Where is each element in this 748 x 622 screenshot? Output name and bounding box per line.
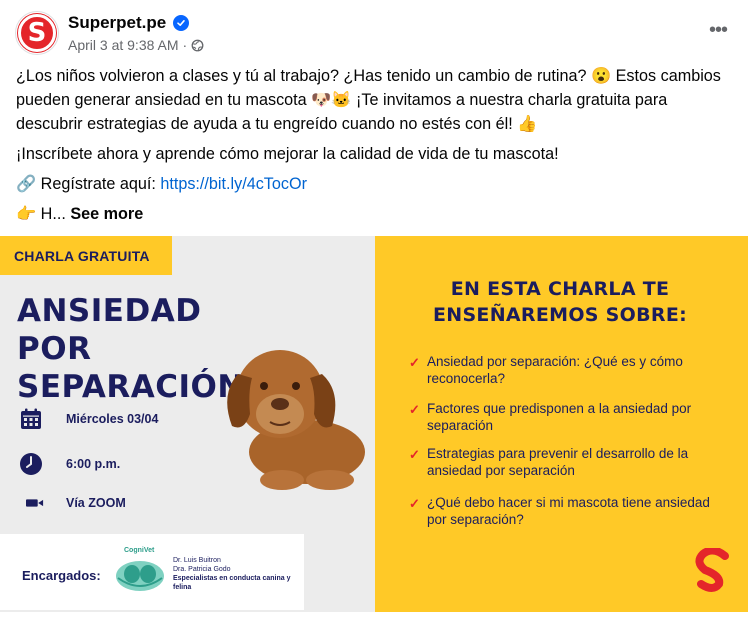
video-camera-icon bbox=[18, 490, 44, 516]
page-avatar[interactable]: S bbox=[15, 11, 59, 55]
checkmark-icon: ✓ bbox=[409, 402, 420, 417]
topic-item: ✓ ¿Qué debo hacer si mi mascota tiene an… bbox=[409, 495, 717, 528]
more-options-button[interactable]: ••• bbox=[706, 18, 730, 42]
specialists-text: Especialistas en conducta canina y felin… bbox=[173, 575, 291, 591]
topics-title-line-2: ENSEÑAREMOS SOBRE: bbox=[432, 304, 688, 326]
topic-item: ✓ Estrategias para prevenir el desarroll… bbox=[409, 446, 717, 479]
calendar-icon bbox=[18, 406, 44, 432]
platform-row: Vía ZOOM bbox=[18, 490, 126, 516]
superpet-brand-icon bbox=[695, 548, 729, 592]
banner-left-panel: CHARLA GRATUITA ANSIEDAD POR SEPARACIÓN … bbox=[0, 236, 375, 612]
truncated-text: 👉 H... bbox=[16, 205, 71, 223]
globe-icon[interactable] bbox=[191, 39, 204, 52]
post-text: ¿Los niños volvieron a clases y tú al tr… bbox=[16, 64, 731, 232]
page-name-link[interactable]: Superpet.pe bbox=[68, 13, 166, 33]
post-meta: April 3 at 9:38 AM · bbox=[68, 37, 204, 53]
topic-text: Factores que predisponen a la ansiedad p… bbox=[427, 401, 692, 433]
post-paragraph-4: 👉 H... See more bbox=[16, 202, 731, 226]
organizers-card: Encargados: CogniVet Dr. Luis Buitron Dr… bbox=[0, 534, 304, 610]
topic-text: Estrategias para prevenir el desarrollo … bbox=[427, 446, 689, 478]
topics-title: EN ESTA CHARLA TE ENSEÑAREMOS SOBRE: bbox=[405, 276, 715, 328]
event-time: 6:00 p.m. bbox=[66, 457, 121, 471]
post-paragraph-3: 🔗 Regístrate aquí: https://bit.ly/4cTocO… bbox=[16, 172, 731, 196]
topic-item: ✓ Ansiedad por separación: ¿Qué es y cóm… bbox=[409, 354, 717, 387]
meta-separator: · bbox=[182, 37, 188, 53]
doctor-1: Dr. Luis Buitron bbox=[173, 557, 221, 564]
post-paragraph-1: ¿Los niños volvieron a clases y tú al tr… bbox=[16, 67, 721, 133]
avatar-letter: S bbox=[27, 18, 47, 48]
puppy-illustration bbox=[227, 350, 365, 490]
doctors-info: Dr. Luis Buitron Dra. Patricia Godo Espe… bbox=[173, 556, 293, 592]
checkmark-icon: ✓ bbox=[409, 447, 420, 462]
doctor-2: Dra. Patricia Godo bbox=[173, 566, 231, 573]
event-banner-image[interactable]: CHARLA GRATUITA ANSIEDAD POR SEPARACIÓN … bbox=[0, 236, 748, 612]
register-prefix: 🔗 Regístrate aquí: bbox=[16, 175, 161, 193]
topic-text: ¿Qué debo hacer si mi mascota tiene ansi… bbox=[427, 495, 710, 527]
date-row: Miércoles 03/04 bbox=[18, 406, 158, 432]
verified-badge-icon bbox=[173, 15, 189, 31]
checkmark-icon: ✓ bbox=[409, 355, 420, 370]
topic-text: Ansiedad por separación: ¿Qué es y cómo … bbox=[427, 354, 683, 386]
clock-icon bbox=[18, 451, 44, 477]
event-date: Miércoles 03/04 bbox=[66, 412, 159, 426]
cognivet-logo-icon bbox=[116, 561, 164, 591]
topics-title-line-1: EN ESTA CHARLA TE bbox=[450, 278, 670, 300]
post-header: S Superpet.pe April 3 at 9:38 AM · ••• bbox=[0, 0, 748, 62]
free-talk-tag: CHARLA GRATUITA bbox=[0, 236, 172, 275]
banner-right-panel: EN ESTA CHARLA TE ENSEÑAREMOS SOBRE: ✓ A… bbox=[375, 236, 748, 612]
post-timestamp-link[interactable]: April 3 at 9:38 AM bbox=[68, 37, 179, 53]
registration-link[interactable]: https://bit.ly/4cTocOr bbox=[160, 175, 307, 193]
encargados-label: Encargados: bbox=[22, 568, 101, 583]
post-paragraph-2: ¡Inscríbete ahora y aprende cómo mejorar… bbox=[16, 145, 559, 163]
time-row: 6:00 p.m. bbox=[18, 451, 120, 477]
see-more-button[interactable]: See more bbox=[70, 205, 143, 223]
superpet-logo-icon: S bbox=[18, 14, 56, 52]
topic-item: ✓ Factores que predisponen a la ansiedad… bbox=[409, 401, 717, 434]
event-platform: Vía ZOOM bbox=[66, 496, 126, 510]
checkmark-icon: ✓ bbox=[409, 496, 420, 511]
